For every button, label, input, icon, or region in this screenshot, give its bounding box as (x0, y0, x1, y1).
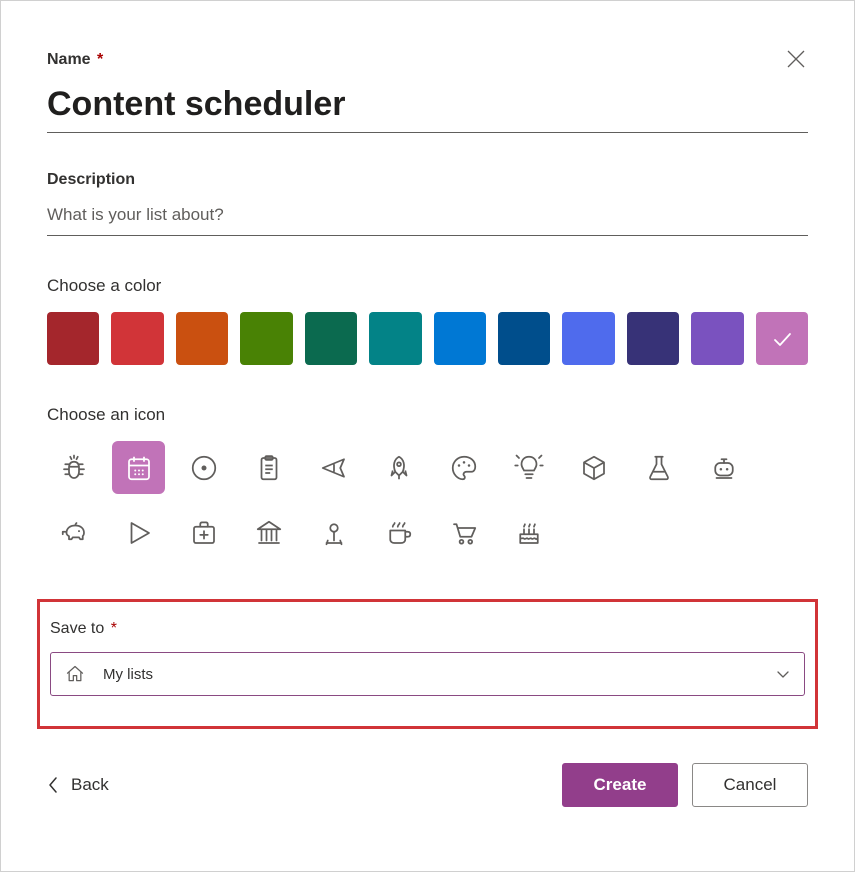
color-swatch-indigo[interactable] (562, 312, 614, 365)
color-swatch-pink[interactable] (756, 312, 808, 365)
icon-option-cake[interactable] (502, 506, 555, 559)
save-to-section: Save to * My lists (37, 599, 818, 729)
icon-option-cart[interactable] (437, 506, 490, 559)
icon-option-coffee[interactable] (372, 506, 425, 559)
color-swatch-dark-blue[interactable] (498, 312, 550, 365)
back-button[interactable]: Back (47, 775, 109, 795)
coffee-icon (384, 518, 414, 548)
create-button[interactable]: Create (562, 763, 678, 807)
color-swatch-orange[interactable] (176, 312, 228, 365)
icon-option-palette[interactable] (437, 441, 490, 494)
medical-icon (189, 518, 219, 548)
cube-icon (579, 453, 609, 483)
checkmark-icon (771, 328, 793, 350)
close-button[interactable] (782, 45, 810, 73)
play-icon (124, 518, 154, 548)
bug-icon (59, 453, 89, 483)
close-icon (787, 50, 805, 68)
name-input[interactable] (47, 79, 808, 133)
chevron-down-icon (776, 667, 790, 681)
icon-option-airplane[interactable] (307, 441, 360, 494)
name-label: Name * (47, 51, 808, 69)
palette-icon (449, 453, 479, 483)
description-label: Description (47, 171, 808, 189)
color-swatch-green[interactable] (240, 312, 292, 365)
icon-option-bank[interactable] (242, 506, 295, 559)
icon-option-target[interactable] (177, 441, 230, 494)
icon-option-bug[interactable] (47, 441, 100, 494)
color-swatch-dark-red[interactable] (47, 312, 99, 365)
icon-option-location[interactable] (307, 506, 360, 559)
clipboard-icon (254, 453, 284, 483)
location-icon (319, 518, 349, 548)
icon-option-play[interactable] (112, 506, 165, 559)
required-mark: * (97, 51, 103, 68)
color-swatch-red[interactable] (111, 312, 163, 365)
choose-color-label: Choose a color (47, 276, 808, 296)
color-swatch-dark-green[interactable] (305, 312, 357, 365)
icon-option-medical[interactable] (177, 506, 230, 559)
back-label: Back (71, 775, 109, 795)
bank-icon (254, 518, 284, 548)
target-icon (189, 453, 219, 483)
save-to-selected-label: My lists (103, 666, 153, 683)
icon-option-beaker[interactable] (632, 441, 685, 494)
color-swatch-teal[interactable] (369, 312, 421, 365)
description-input[interactable] (47, 199, 808, 236)
save-to-select[interactable]: My lists (50, 652, 805, 696)
color-swatch-purple[interactable] (691, 312, 743, 365)
piggybank-icon (59, 518, 89, 548)
color-swatch-row (47, 312, 808, 365)
lightbulb-icon (514, 453, 544, 483)
icon-option-clipboard[interactable] (242, 441, 295, 494)
beaker-icon (644, 453, 674, 483)
icon-option-robot[interactable] (697, 441, 750, 494)
required-mark: * (111, 620, 117, 637)
icon-option-calendar[interactable] (112, 441, 165, 494)
airplane-icon (319, 453, 349, 483)
icon-option-rocket[interactable] (372, 441, 425, 494)
cake-icon (514, 518, 544, 548)
icon-grid (47, 441, 808, 559)
cancel-button[interactable]: Cancel (692, 763, 808, 807)
color-swatch-navy[interactable] (627, 312, 679, 365)
chevron-left-icon (47, 776, 59, 794)
icon-option-cube[interactable] (567, 441, 620, 494)
robot-icon (709, 453, 739, 483)
home-icon (65, 664, 85, 684)
save-to-label: Save to * (50, 620, 805, 638)
icon-option-piggybank[interactable] (47, 506, 100, 559)
choose-icon-label: Choose an icon (47, 405, 808, 425)
icon-option-lightbulb[interactable] (502, 441, 555, 494)
color-swatch-blue[interactable] (434, 312, 486, 365)
dialog-footer: Back Create Cancel (47, 763, 808, 807)
cart-icon (449, 518, 479, 548)
calendar-icon (124, 453, 154, 483)
rocket-icon (384, 453, 414, 483)
